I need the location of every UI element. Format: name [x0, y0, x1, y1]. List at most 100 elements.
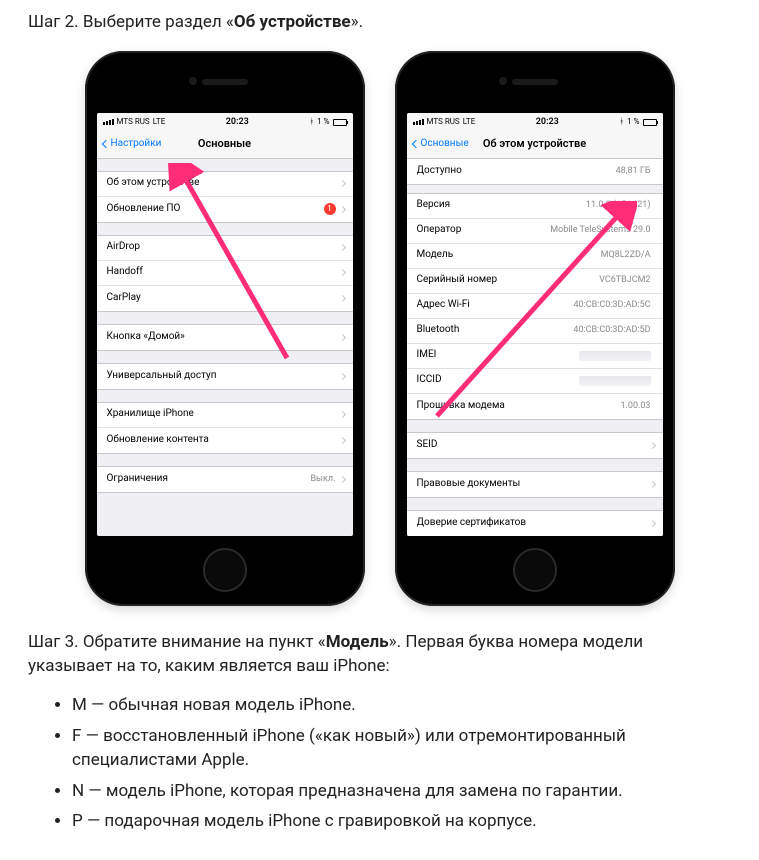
row-seid[interactable]: SEID [407, 433, 663, 458]
row-label: Хранилище iPhone [107, 407, 340, 422]
row-label: IMEI [417, 348, 579, 363]
screen-right: MTS RUS LTE 20:23 ᚼ 1 % Основные Об этом… [407, 113, 663, 536]
row-label: Доверие сертификатов [417, 516, 650, 531]
row-model: Модель MQ8L2ZD/A [407, 244, 663, 269]
chevron-right-icon [648, 520, 655, 527]
row-background-refresh[interactable]: Обновление контента [97, 428, 353, 453]
row-value: 48,81 ГБ [616, 165, 651, 178]
legend-item-m: M — обычная новая модель iPhone. [72, 693, 731, 718]
back-button[interactable]: Настройки [103, 137, 162, 152]
row-wifi: Адрес Wi-Fi 40:CB:C0:3D:AD:5C [407, 294, 663, 319]
group-airdrop: AirDrop Handoff CarPlay [97, 235, 353, 312]
step3-prefix: Шаг 3. Обратите внимание на пункт « [28, 632, 326, 652]
status-network: LTE [463, 116, 476, 128]
group-legal: Правовые документы [407, 471, 663, 498]
model-prefix-legend: M — обычная новая модель iPhone. F — вос… [28, 693, 731, 834]
row-bluetooth: Bluetooth 40:CB:C0:3D:AD:5D [407, 319, 663, 344]
step2-prefix: Шаг 2. Выберите раздел « [28, 12, 234, 32]
phone-right: MTS RUS LTE 20:23 ᚼ 1 % Основные Об этом… [395, 51, 675, 606]
nav-bar: Настройки Основные [97, 131, 353, 159]
group-home: Кнопка «Домой» [97, 324, 353, 351]
row-label: Bluetooth [417, 323, 574, 338]
legend-item-p: P — подарочная модель iPhone с гравировк… [72, 809, 731, 834]
chevron-right-icon [338, 269, 345, 276]
row-airdrop[interactable]: AirDrop [97, 236, 353, 261]
row-label: Адрес Wi-Fi [417, 298, 574, 313]
row-label: CarPlay [107, 291, 340, 306]
row-label: SEID [417, 438, 650, 453]
row-value: 1.00.03 [620, 400, 650, 413]
home-button[interactable] [513, 548, 557, 592]
home-button[interactable] [203, 548, 247, 592]
chevron-right-icon [338, 295, 345, 302]
bluetooth-icon: ᚼ [309, 116, 314, 128]
chevron-right-icon [338, 180, 345, 187]
row-handoff[interactable]: Handoff [97, 261, 353, 286]
chevron-left-icon [101, 140, 109, 148]
row-cert-trust[interactable]: Доверие сертификатов [407, 511, 663, 536]
row-version: Версия 11.0.2 (15A421) [407, 194, 663, 219]
row-value: MQ8L2ZD/A [601, 249, 651, 262]
back-button[interactable]: Основные [413, 137, 469, 152]
group-storage: Хранилище iPhone Обновление контента [97, 402, 353, 454]
group-seid: SEID [407, 432, 663, 459]
group-accessibility: Универсальный доступ [97, 363, 353, 390]
chevron-left-icon [411, 140, 419, 148]
bluetooth-icon: ᚼ [619, 116, 624, 128]
row-label: Серийный номер [417, 273, 600, 288]
row-serial: Серийный номер VC6TBJCM2 [407, 269, 663, 294]
phone-left: MTS RUS LTE 20:23 ᚼ 1 % Настройки Основн… [85, 51, 365, 606]
row-value: 40:CB:C0:3D:AD:5D [573, 324, 650, 337]
chevron-right-icon [338, 206, 345, 213]
row-label: AirDrop [107, 240, 340, 255]
row-value: Mobile TeleSystems 29.0 [550, 224, 650, 237]
chevron-right-icon [648, 442, 655, 449]
row-label: Прошивка модема [417, 399, 621, 414]
phones-row: MTS RUS LTE 20:23 ᚼ 1 % Настройки Основн… [28, 51, 731, 606]
step2-bold: Об устройстве [234, 12, 351, 32]
group-device-info: Версия 11.0.2 (15A421) Оператор Mobile T… [407, 193, 663, 420]
signal-icon [413, 119, 424, 125]
row-accessibility[interactable]: Универсальный доступ [97, 364, 353, 389]
row-label: Об этом устройстве [107, 176, 340, 191]
row-restrictions[interactable]: Ограничения Выкл. [97, 467, 353, 492]
signal-icon [103, 119, 114, 125]
chevron-right-icon [338, 244, 345, 251]
legend-item-f: F — восстановленный iPhone («как новый»)… [72, 724, 731, 773]
row-modem-firmware: Прошивка модема 1.00.03 [407, 394, 663, 419]
row-about-device[interactable]: Об этом устройстве [97, 172, 353, 197]
about-list: Доступно 48,81 ГБ Версия 11.0.2 (15A421)… [407, 159, 663, 536]
redacted-value [579, 376, 651, 386]
chevron-right-icon [648, 481, 655, 488]
status-network: LTE [153, 116, 166, 128]
nav-bar: Основные Об этом устройстве [407, 131, 663, 159]
row-label: ICCID [417, 373, 579, 388]
row-legal[interactable]: Правовые документы [407, 472, 663, 497]
status-time: 20:23 [536, 116, 559, 129]
group-restrictions: Ограничения Выкл. [97, 466, 353, 493]
row-value: VC6TBJCM2 [599, 274, 650, 287]
battery-icon [643, 119, 657, 126]
row-software-update[interactable]: Обновление ПО 1 [97, 197, 353, 222]
row-available: Доступно 48,81 ГБ [407, 159, 663, 184]
chevron-right-icon [338, 476, 345, 483]
chevron-right-icon [338, 334, 345, 341]
row-carrier: Оператор Mobile TeleSystems 29.0 [407, 219, 663, 244]
row-storage[interactable]: Хранилище iPhone [97, 403, 353, 428]
status-carrier: MTS RUS [117, 116, 150, 128]
group-cert-trust: Доверие сертификатов [407, 510, 663, 536]
status-bar: MTS RUS LTE 20:23 ᚼ 1 % [407, 113, 663, 131]
status-carrier: MTS RUS [427, 116, 460, 128]
row-home-button[interactable]: Кнопка «Домой» [97, 325, 353, 350]
status-battery: 1 % [627, 116, 639, 128]
row-label: Обновление ПО [107, 202, 324, 217]
step3-bold: Модель [326, 632, 389, 652]
row-label: Версия [417, 198, 586, 213]
row-carplay[interactable]: CarPlay [97, 286, 353, 311]
row-label: Обновление контента [107, 433, 340, 448]
status-bar: MTS RUS LTE 20:23 ᚼ 1 % [97, 113, 353, 131]
row-label: Правовые документы [417, 477, 650, 492]
badge: 1 [324, 203, 336, 215]
row-label: Универсальный доступ [107, 369, 340, 384]
row-label: Кнопка «Домой» [107, 330, 340, 345]
